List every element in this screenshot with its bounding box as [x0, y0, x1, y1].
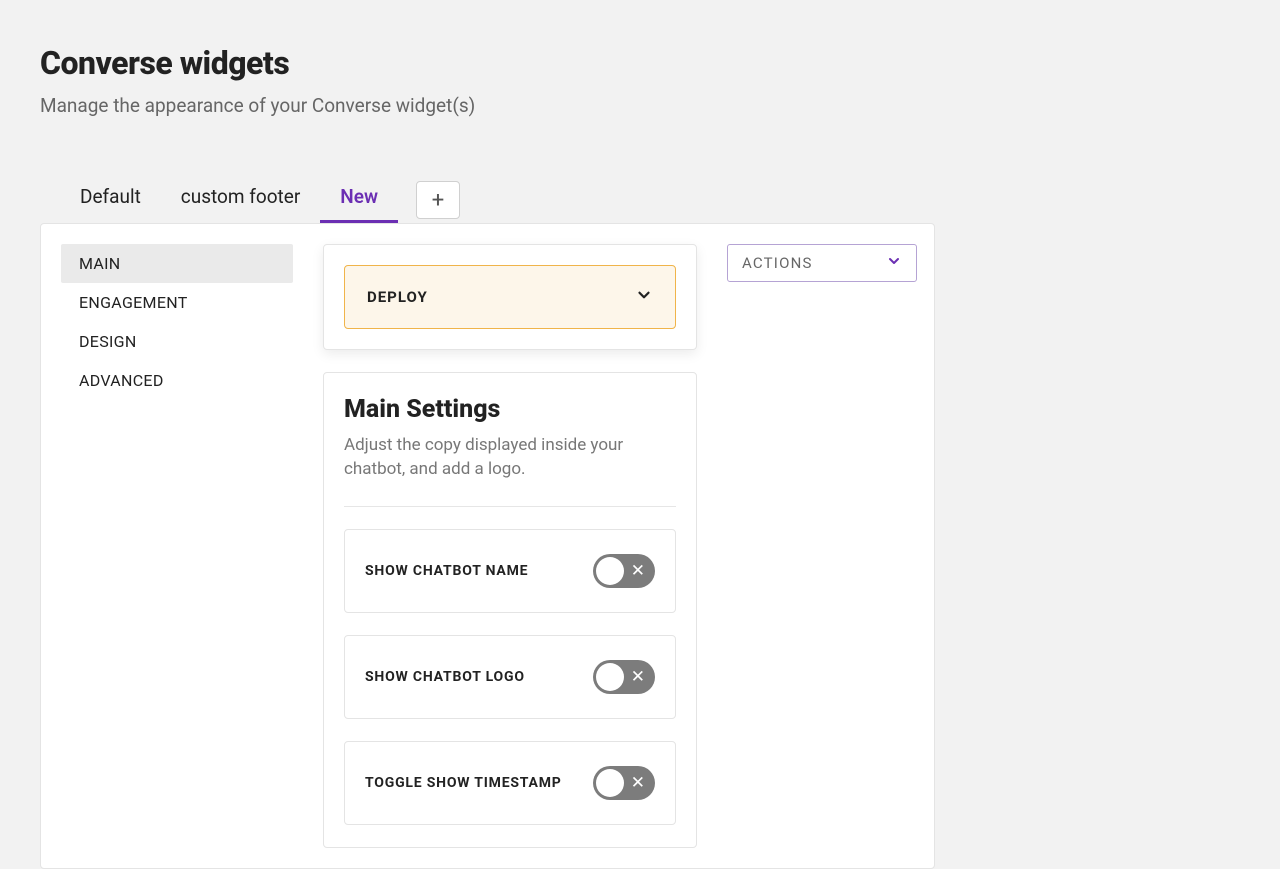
toggle-label: SHOW CHATBOT LOGO	[365, 669, 525, 685]
main-settings-description: Adjust the copy displayed inside your ch…	[344, 434, 676, 482]
toggle-show-timestamp[interactable]: ✕	[593, 766, 655, 800]
sidenav-item-advanced[interactable]: ADVANCED	[61, 361, 293, 400]
toggle-row-toggle-show-timestamp: TOGGLE SHOW TIMESTAMP ✕	[344, 741, 676, 825]
center-column: DEPLOY Main Settings Adjust the copy dis…	[323, 244, 697, 848]
tab-default[interactable]: Default	[60, 177, 161, 223]
close-icon: ✕	[631, 667, 645, 687]
main-settings-card: Main Settings Adjust the copy displayed …	[323, 372, 697, 848]
toggle-knob	[596, 663, 624, 691]
sidenav-item-main[interactable]: MAIN	[61, 244, 293, 283]
plus-icon: +	[432, 188, 444, 213]
toggle-row-show-chatbot-name: SHOW CHATBOT NAME ✕	[344, 529, 676, 613]
tab-custom-footer[interactable]: custom footer	[161, 177, 320, 223]
tabs-bar: Default custom footer New +	[40, 177, 1240, 223]
close-icon: ✕	[631, 773, 645, 793]
side-nav: MAIN ENGAGEMENT DESIGN ADVANCED	[61, 244, 293, 848]
content-panel: MAIN ENGAGEMENT DESIGN ADVANCED DEPLOY M…	[40, 223, 935, 869]
deploy-card: DEPLOY	[323, 244, 697, 350]
toggle-show-chatbot-logo[interactable]: ✕	[593, 660, 655, 694]
deploy-label: DEPLOY	[367, 288, 428, 306]
divider	[344, 506, 676, 507]
sidenav-item-engagement[interactable]: ENGAGEMENT	[61, 283, 293, 322]
add-tab-button[interactable]: +	[416, 181, 460, 219]
chevron-down-icon	[886, 253, 902, 273]
toggle-knob	[596, 557, 624, 585]
right-column: ACTIONS	[727, 244, 917, 848]
toggle-knob	[596, 769, 624, 797]
actions-label: ACTIONS	[742, 254, 813, 272]
toggle-label: TOGGLE SHOW TIMESTAMP	[365, 775, 562, 791]
deploy-dropdown[interactable]: DEPLOY	[344, 265, 676, 329]
toggle-row-show-chatbot-logo: SHOW CHATBOT LOGO ✕	[344, 635, 676, 719]
main-settings-title: Main Settings	[344, 395, 676, 424]
tab-new[interactable]: New	[320, 177, 398, 223]
sidenav-item-design[interactable]: DESIGN	[61, 322, 293, 361]
actions-dropdown[interactable]: ACTIONS	[727, 244, 917, 282]
chevron-down-icon	[635, 286, 653, 308]
toggle-label: SHOW CHATBOT NAME	[365, 563, 528, 579]
toggle-show-chatbot-name[interactable]: ✕	[593, 554, 655, 588]
page-title: Converse widgets	[40, 44, 1240, 82]
close-icon: ✕	[631, 561, 645, 581]
page-subtitle: Manage the appearance of your Converse w…	[40, 94, 1240, 117]
